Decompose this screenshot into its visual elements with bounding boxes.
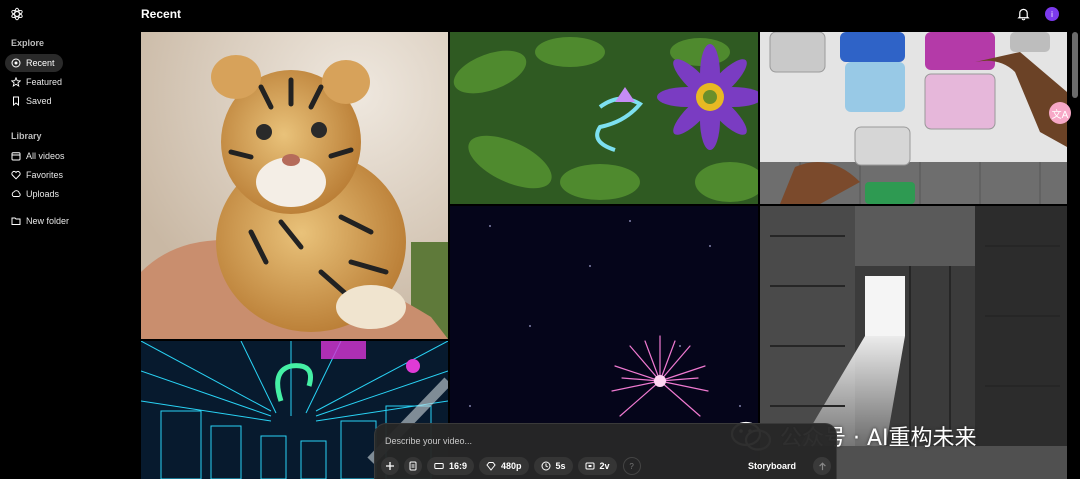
prompt-input[interactable]: [385, 432, 825, 450]
video-thumbnail-tiger-cub[interactable]: [141, 32, 448, 339]
tiger-cub-image: [141, 32, 448, 339]
library-section-title: Library: [11, 131, 42, 141]
sidebar-item-uploads[interactable]: Uploads: [5, 185, 95, 203]
explore-section-title: Explore: [11, 38, 45, 48]
recent-icon: [11, 58, 21, 68]
upload-icon: [11, 189, 21, 199]
scrollbar[interactable]: [1072, 32, 1078, 98]
sidebar-item-label: Recent: [26, 58, 55, 68]
sidebar-item-label: All videos: [26, 151, 65, 161]
new-folder-label: New folder: [26, 216, 70, 226]
sidebar-item-saved[interactable]: Saved: [5, 92, 63, 110]
plus-icon: [386, 462, 394, 470]
presets-button[interactable]: [404, 457, 422, 475]
resolution-button[interactable]: 480p: [479, 457, 529, 475]
aspect-ratio-button[interactable]: 16:9: [427, 457, 475, 475]
translate-button[interactable]: 文A: [1049, 102, 1071, 124]
preset-icon: [409, 461, 417, 471]
bell-icon[interactable]: [1017, 7, 1030, 21]
containers-image: [760, 32, 1067, 204]
sidebar-item-label: Uploads: [26, 189, 60, 199]
sidebar-item-featured[interactable]: Featured: [5, 73, 63, 91]
variations-value: 2v: [599, 461, 610, 471]
page-title: Recent: [141, 7, 182, 21]
sidebar-item-label: Featured: [26, 77, 63, 87]
avatar[interactable]: i: [1045, 7, 1059, 21]
sidebar-item-label: Saved: [26, 96, 52, 106]
duration-button[interactable]: 5s: [533, 457, 573, 475]
clock-icon: [541, 461, 551, 471]
video-thumbnail-dragon-flower[interactable]: [450, 32, 758, 204]
storyboard-button[interactable]: Storyboard: [748, 457, 796, 475]
new-folder-button[interactable]: New folder: [5, 212, 95, 230]
composer-toolbar: 16:9 480p 5s 2v ?: [381, 457, 641, 475]
duration-value: 5s: [555, 461, 566, 471]
sidebar-item-all-videos[interactable]: All videos: [5, 147, 95, 165]
arrow-up-icon: [818, 461, 826, 470]
dragon-flower-image: [450, 32, 758, 204]
folder-plus-icon: [11, 216, 21, 226]
help-button[interactable]: ?: [622, 457, 641, 475]
submit-button[interactable]: [813, 457, 831, 475]
bookmark-icon: [11, 96, 21, 106]
heart-icon: [11, 170, 21, 180]
resolution-value: 480p: [501, 461, 522, 471]
sidebar-item-favorites[interactable]: Favorites: [5, 166, 95, 184]
add-media-button[interactable]: [381, 457, 399, 475]
star-icon: [11, 77, 21, 87]
diamond-icon: [486, 462, 496, 471]
aspect-ratio-icon: [434, 463, 444, 469]
calendar-icon: [11, 151, 21, 161]
sidebar-item-label: Favorites: [26, 170, 64, 180]
variations-icon: [585, 462, 595, 470]
sidebar-item-recent[interactable]: Recent: [5, 54, 63, 72]
prompt-composer: 16:9 480p 5s 2v ? Storyboard: [374, 423, 837, 479]
variations-button[interactable]: 2v: [577, 457, 617, 475]
video-thumbnail-containers[interactable]: [760, 32, 1067, 204]
aspect-ratio-value: 16:9: [449, 461, 468, 471]
openai-logo-icon[interactable]: [10, 7, 24, 21]
sidebar: Explore Recent Featured Saved Library Al…: [0, 0, 140, 479]
